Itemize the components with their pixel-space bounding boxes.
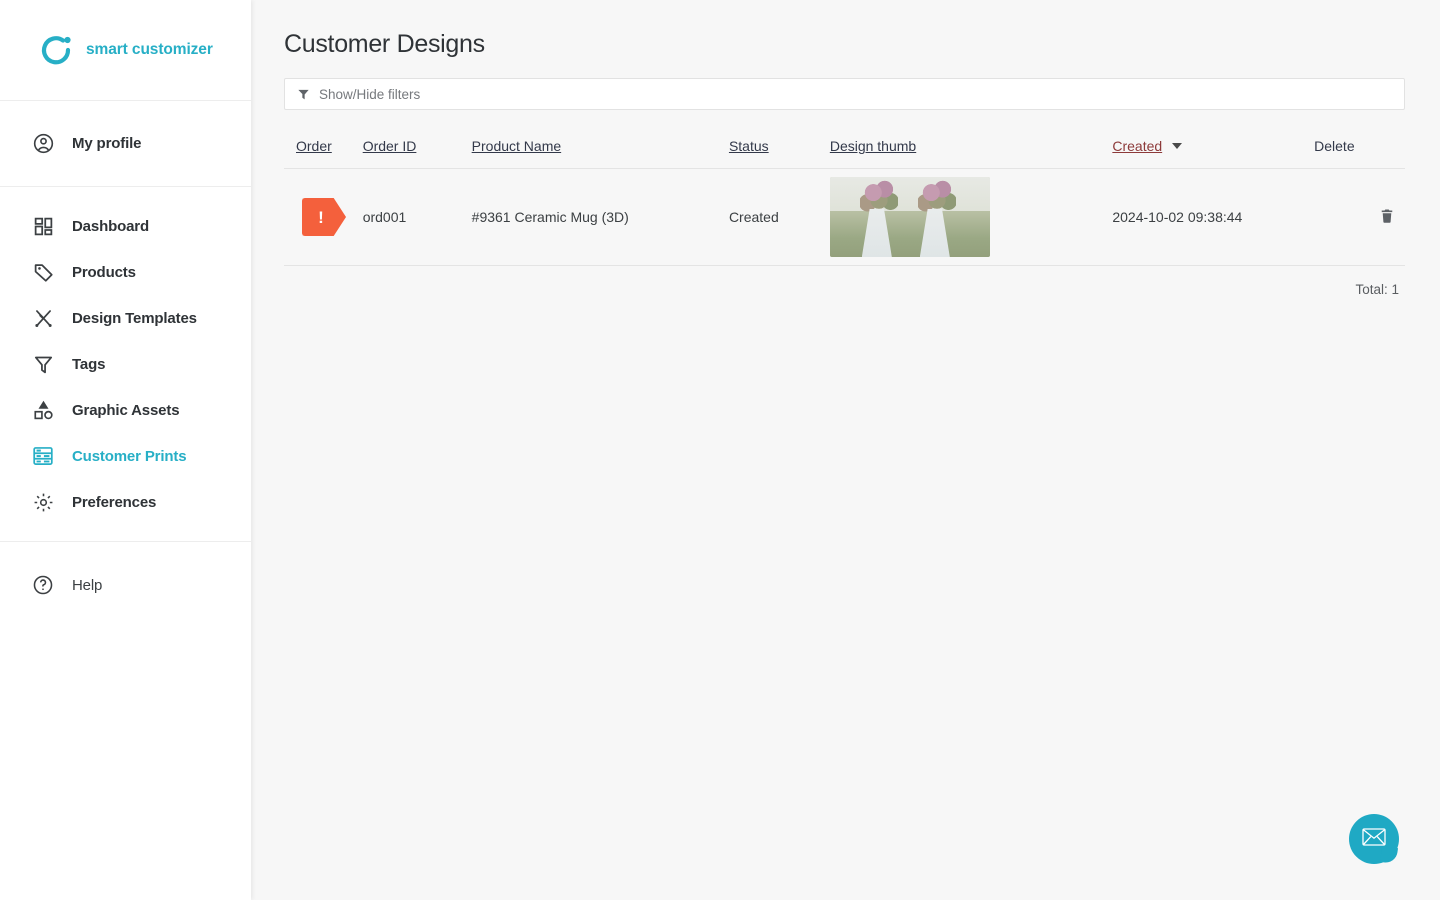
app-root: smart customizer My profile Dashboard Pr… bbox=[0, 0, 1440, 900]
sidebar-item-graphic-assets[interactable]: Graphic Assets bbox=[0, 387, 251, 433]
sidebar: smart customizer My profile Dashboard Pr… bbox=[0, 0, 251, 900]
table-row[interactable]: ! ord001 #9361 Ceramic Mug (3D) Created bbox=[284, 168, 1405, 266]
order-badge-label: ! bbox=[318, 207, 324, 227]
sidebar-item-label: Design Templates bbox=[72, 309, 197, 327]
sidebar-item-label: Preferences bbox=[72, 493, 157, 511]
design-thumbnail[interactable] bbox=[829, 177, 990, 257]
cell-product-name: #9361 Ceramic Mug (3D) bbox=[471, 168, 729, 266]
sidebar-help-section: Help bbox=[0, 542, 251, 608]
thumb-figure-right bbox=[917, 179, 956, 257]
sidebar-item-tags[interactable]: Tags bbox=[0, 341, 251, 387]
page-title: Customer Designs bbox=[284, 30, 485, 58]
dashboard-grid-icon bbox=[30, 213, 56, 239]
column-header-label[interactable]: Status bbox=[729, 138, 769, 154]
column-header-label: Delete bbox=[1314, 138, 1355, 154]
sidebar-item-label: Products bbox=[72, 263, 136, 281]
sidebar-item-dashboard[interactable]: Dashboard bbox=[0, 203, 251, 249]
column-header-label[interactable]: Order bbox=[296, 138, 332, 154]
column-header-order[interactable]: Order bbox=[284, 138, 363, 169]
sidebar-item-label: Graphic Assets bbox=[72, 401, 180, 419]
cell-design-thumb bbox=[829, 168, 1113, 266]
envelope-icon bbox=[1362, 827, 1386, 851]
thumb-bouquet bbox=[917, 179, 956, 213]
cell-order: ! bbox=[284, 168, 363, 266]
funnel-icon bbox=[30, 351, 56, 377]
column-header-label[interactable]: Product Name bbox=[472, 138, 561, 154]
sidebar-item-help[interactable]: Help bbox=[0, 562, 251, 608]
column-header-product-name[interactable]: Product Name bbox=[471, 138, 729, 169]
shapes-icon bbox=[30, 397, 56, 423]
brand-logo[interactable]: smart customizer bbox=[0, 0, 251, 101]
column-header-design-thumb[interactable]: Design thumb bbox=[829, 138, 1113, 169]
circle-dot-logo-icon bbox=[38, 32, 74, 68]
table-header-row: Order Order ID Product Name Status Desig… bbox=[284, 138, 1405, 169]
customer-designs-table: Order Order ID Product Name Status Desig… bbox=[284, 138, 1405, 266]
sidebar-item-label: Customer Prints bbox=[72, 447, 187, 465]
gear-icon bbox=[30, 489, 56, 515]
design-tools-icon bbox=[30, 305, 56, 331]
thumb-sky bbox=[829, 177, 990, 214]
sidebar-item-label: Tags bbox=[72, 355, 106, 373]
cell-order-id: ord001 bbox=[362, 168, 472, 266]
table-body: ! ord001 #9361 Ceramic Mug (3D) Created bbox=[284, 168, 1405, 266]
thumb-figure-left bbox=[859, 179, 898, 257]
column-header-order-id[interactable]: Order ID bbox=[362, 138, 472, 169]
cell-delete bbox=[1314, 168, 1405, 266]
sidebar-item-customer-prints[interactable]: Customer Prints bbox=[0, 433, 251, 479]
funnel-filter-icon bbox=[297, 88, 310, 101]
main-content: Customer Designs Show/Hide filters Order… bbox=[251, 0, 1440, 900]
column-header-label[interactable]: Design thumb bbox=[830, 138, 916, 154]
show-hide-filters-label: Show/Hide filters bbox=[319, 86, 421, 102]
column-header-delete: Delete bbox=[1314, 138, 1405, 169]
thumb-dress bbox=[861, 209, 892, 257]
sidebar-nav: Dashboard Products Design Templates Tags… bbox=[0, 187, 251, 542]
cell-status: Created bbox=[728, 168, 830, 266]
column-header-label[interactable]: Created bbox=[1112, 138, 1162, 154]
chat-support-button[interactable] bbox=[1349, 814, 1399, 864]
show-hide-filters-bar[interactable]: Show/Hide filters bbox=[284, 78, 1405, 110]
thumb-field bbox=[829, 210, 990, 257]
sidebar-item-label: My profile bbox=[72, 135, 142, 152]
brand-name: smart customizer bbox=[86, 41, 213, 58]
sidebar-item-my-profile[interactable]: My profile bbox=[0, 101, 251, 187]
sidebar-item-preferences[interactable]: Preferences bbox=[0, 479, 251, 525]
thumb-dress bbox=[919, 209, 950, 257]
table-header: Order Order ID Product Name Status Desig… bbox=[284, 138, 1405, 169]
sort-desc-caret-icon bbox=[1172, 143, 1183, 149]
column-header-status[interactable]: Status bbox=[728, 138, 830, 169]
printer-icon bbox=[30, 443, 56, 469]
order-alert-badge[interactable]: ! bbox=[302, 198, 346, 236]
column-header-label[interactable]: Order ID bbox=[363, 138, 417, 154]
trash-icon[interactable] bbox=[1379, 207, 1395, 225]
tag-icon bbox=[30, 259, 56, 285]
question-circle-icon bbox=[30, 572, 56, 598]
cell-created: 2024-10-02 09:38:44 bbox=[1112, 168, 1315, 266]
sidebar-item-label: Dashboard bbox=[72, 217, 149, 235]
column-header-created[interactable]: Created bbox=[1112, 138, 1315, 169]
user-circle-icon bbox=[30, 131, 56, 157]
thumb-bouquet bbox=[859, 179, 898, 213]
sidebar-item-label: Help bbox=[72, 576, 103, 594]
sidebar-item-design-templates[interactable]: Design Templates bbox=[0, 295, 251, 341]
table-total: Total: 1 bbox=[1355, 282, 1399, 297]
sidebar-item-products[interactable]: Products bbox=[0, 249, 251, 295]
